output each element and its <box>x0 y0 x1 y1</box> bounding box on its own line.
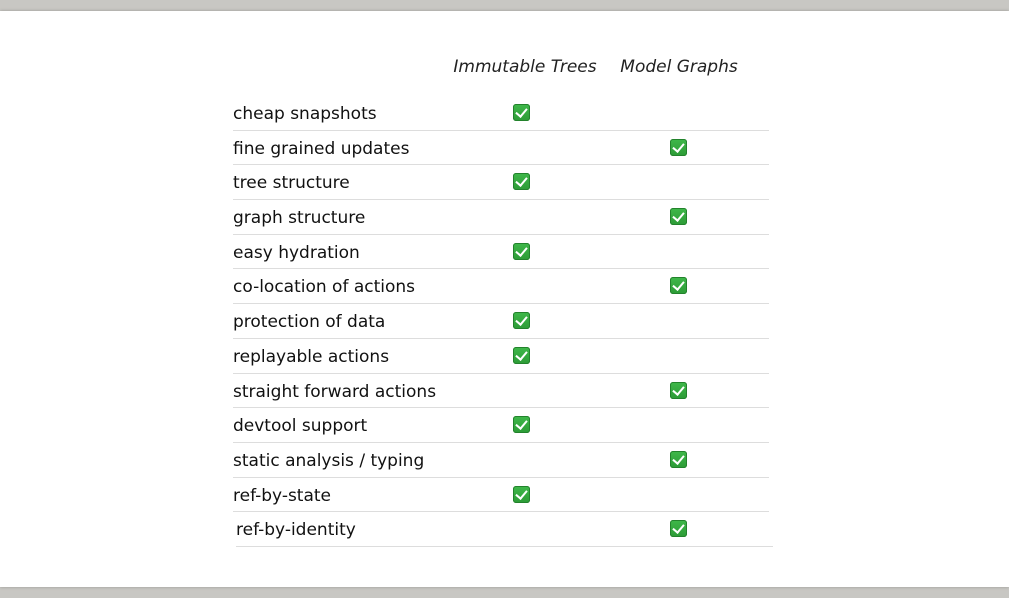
check-mark-icon <box>670 277 687 295</box>
table-row: protection of data <box>233 304 769 339</box>
feature-label: fine grained updates <box>233 138 410 159</box>
slide: Immutable Trees Model Graphs cheap snaps… <box>0 11 1009 587</box>
check-mark-icon <box>513 485 530 503</box>
check-mark-icon <box>513 242 530 260</box>
check-mark-icon <box>670 138 687 156</box>
check-mark-icon <box>513 173 530 191</box>
feature-label: static analysis / typing <box>233 450 425 471</box>
table-row: cheap snapshots <box>233 96 769 131</box>
feature-label: co-location of actions <box>233 277 416 298</box>
table-row: tree structure <box>233 165 769 201</box>
feature-label: easy hydration <box>233 242 360 263</box>
table-row: ref-by-state <box>233 478 769 513</box>
table-row: graph structure <box>233 200 769 235</box>
feature-label: straight forward actions <box>233 381 437 402</box>
feature-label: protection of data <box>233 312 386 333</box>
feature-label: cheap snapshots <box>233 104 377 124</box>
table-row: static analysis / typing <box>233 443 769 478</box>
feature-label: tree structure <box>233 173 350 194</box>
check-mark-icon <box>670 450 687 468</box>
table-row: co-location of actions <box>233 269 769 305</box>
table-row: straight forward actions <box>233 374 769 409</box>
feature-label: devtool support <box>233 416 368 437</box>
column-header-model-graphs: Model Graphs <box>620 57 738 77</box>
feature-label: ref-by-state <box>233 485 332 506</box>
check-mark-icon <box>513 346 530 364</box>
table-row: ref-by-identity <box>236 512 773 547</box>
check-mark-icon <box>513 312 530 330</box>
column-header-immutable-trees: Immutable Trees <box>453 57 597 77</box>
check-mark-icon <box>670 520 687 538</box>
feature-label: ref-by-identity <box>236 520 356 541</box>
check-mark-icon <box>670 208 687 226</box>
table-row: fine grained updates <box>233 131 769 166</box>
table-row: easy hydration <box>233 235 769 270</box>
feature-label: replayable actions <box>233 346 390 367</box>
check-mark-icon <box>670 381 687 399</box>
table-row: replayable actions <box>233 339 769 374</box>
feature-label: graph structure <box>233 208 366 229</box>
comparison-table: cheap snapshots fine grained updates tre… <box>233 96 773 547</box>
check-mark-icon <box>513 416 530 434</box>
table-row: devtool support <box>233 408 769 443</box>
check-mark-icon <box>513 104 530 121</box>
